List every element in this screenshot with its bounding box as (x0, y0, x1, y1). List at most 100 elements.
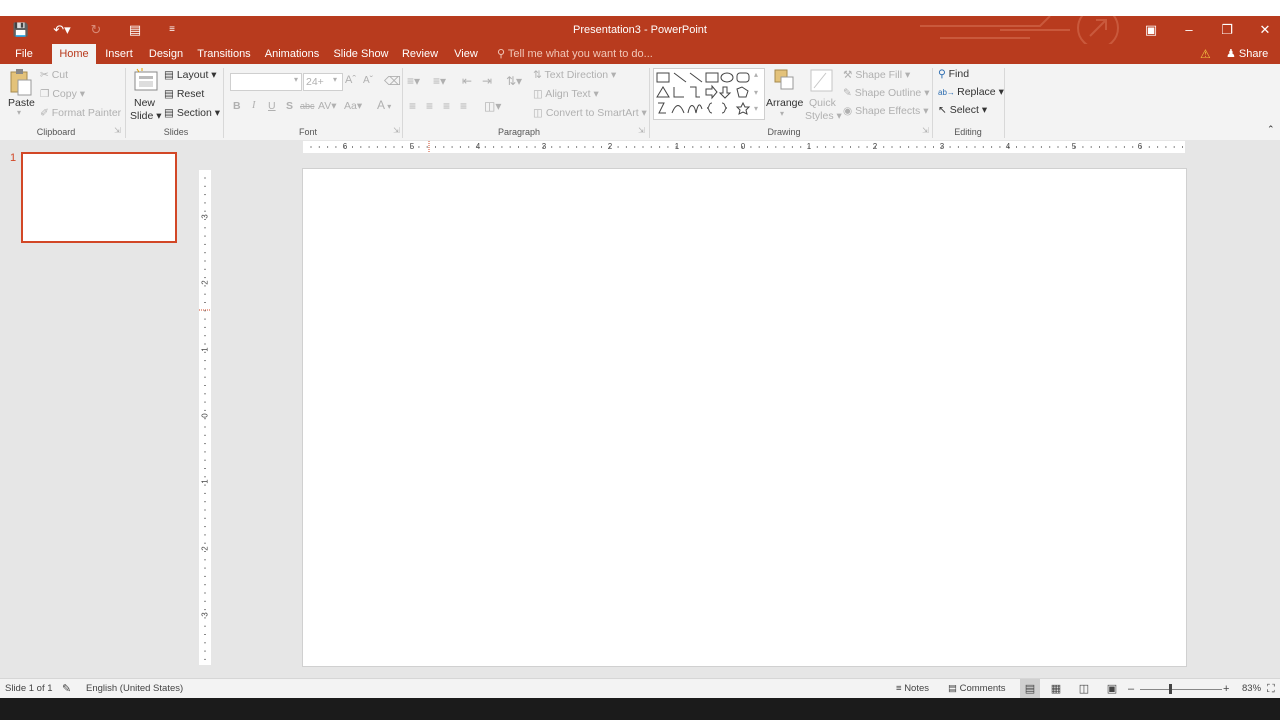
convert-smartart-button[interactable]: ◫ Convert to SmartArt ▾ (533, 107, 647, 119)
new-slide-icon[interactable] (133, 68, 159, 94)
spell-check-icon[interactable]: ✎ (62, 679, 71, 699)
bold-button[interactable]: B (233, 100, 241, 112)
text-direction-button[interactable]: ⇅ Text Direction ▾ (533, 69, 616, 81)
shape-outline-button[interactable]: ✎ Shape Outline ▾ (843, 87, 929, 99)
slide-thumbnail[interactable] (21, 152, 177, 243)
tab-insert[interactable]: Insert (100, 44, 138, 64)
close-icon[interactable]: ✕ (1246, 16, 1280, 44)
group-divider (649, 68, 650, 138)
quick-styles-label-line2[interactable]: Styles ▾ (805, 110, 842, 122)
language-status[interactable]: English (United States) (86, 679, 183, 699)
character-spacing-button[interactable]: AV▾ (318, 100, 337, 112)
align-center-icon[interactable]: ≡ (426, 99, 433, 113)
replace-button[interactable]: ab→ Replace ▾ (938, 86, 1004, 98)
align-left-icon[interactable]: ≡ (409, 99, 416, 113)
font-launcher-icon[interactable]: ⇲ (393, 126, 400, 135)
change-case-button[interactable]: Aa▾ (344, 100, 362, 112)
slide-count-status[interactable]: Slide 1 of 1 (5, 679, 53, 699)
reading-view-icon[interactable]: ◫ (1076, 679, 1092, 699)
clipboard-launcher-icon[interactable]: ⇲ (114, 126, 121, 135)
copy-button[interactable]: ❐ Copy ▾ (40, 88, 85, 100)
comments-label: Comments (959, 683, 1006, 694)
quick-styles-icon[interactable] (810, 68, 834, 94)
bullets-icon[interactable]: ≡▾ (407, 74, 420, 88)
align-right-icon[interactable]: ≡ (443, 99, 450, 113)
minimize-icon[interactable]: – (1170, 16, 1208, 44)
hruler-label-5-right: 5 (1071, 142, 1077, 151)
find-button[interactable]: ⚲ Find (938, 68, 969, 80)
arrange-label[interactable]: Arrange (766, 97, 803, 109)
tab-design[interactable]: Design (144, 44, 188, 64)
reset-button[interactable]: ▤ Reset (164, 88, 204, 100)
text-shadow-button[interactable]: S (286, 100, 293, 112)
zoom-slider-track[interactable] (1140, 689, 1222, 690)
cut-label: Cut (51, 69, 69, 81)
paragraph-launcher-icon[interactable]: ⇲ (638, 126, 645, 135)
increase-font-size-button[interactable]: Aˆ (345, 74, 356, 86)
shape-effects-button[interactable]: ◉ Shape Effects ▾ (843, 105, 928, 117)
tab-file[interactable]: File (6, 44, 42, 64)
increase-indent-icon[interactable]: ⇥ (482, 74, 492, 88)
drawing-launcher-icon[interactable]: ⇲ (922, 126, 929, 135)
clear-formatting-icon[interactable]: ⌫ (384, 74, 401, 88)
new-slide-label-line2[interactable]: Slide ▾ (130, 110, 162, 122)
format-painter-button[interactable]: ✐ Format Painter (40, 107, 121, 119)
paste-dropdown-icon[interactable]: ▾ (17, 108, 21, 117)
font-name-input[interactable] (230, 73, 302, 91)
strikethrough-button[interactable]: abc (300, 101, 315, 111)
font-color-button[interactable]: A ▾ (377, 98, 391, 112)
paste-icon[interactable] (8, 68, 32, 96)
tab-review[interactable]: Review (398, 44, 442, 64)
zoom-slider-thumb[interactable] (1169, 684, 1172, 694)
columns-icon[interactable]: ◫▾ (484, 99, 501, 113)
ribbon-display-options-icon[interactable]: ▣ (1132, 16, 1170, 44)
font-size-dropdown-icon[interactable]: ▾ (333, 75, 337, 84)
numbering-icon[interactable]: ≡▾ (433, 74, 446, 88)
restore-icon[interactable]: ❐ (1208, 16, 1246, 44)
shape-fill-button[interactable]: ⚒ Shape Fill ▾ (843, 69, 910, 81)
select-button[interactable]: ↖ Select ▾ (938, 104, 987, 116)
zoom-level[interactable]: 83% (1242, 679, 1261, 699)
slideshow-view-icon[interactable]: ▣ (1104, 679, 1120, 699)
align-text-button[interactable]: ◫ Align Text ▾ (533, 88, 599, 100)
fit-to-window-icon[interactable]: ⛶ (1267, 679, 1275, 699)
paste-label[interactable]: Paste (8, 97, 35, 109)
cut-button[interactable]: ✂ Cut (40, 69, 68, 81)
share-button[interactable]: ♟ Share (1226, 44, 1268, 64)
tab-slide-show[interactable]: Slide Show (330, 44, 392, 64)
chevron-down-icon: ▾ (208, 69, 217, 81)
notes-button[interactable]: ≡ Notes (896, 679, 929, 699)
decrease-font-size-button[interactable]: Aˇ (363, 75, 373, 86)
slide-sorter-icon[interactable]: ▦ (1048, 679, 1064, 699)
gallery-scroll-up-icon[interactable]: ▴ (754, 70, 758, 79)
arrange-icon[interactable] (773, 68, 795, 94)
warning-icon[interactable]: ⚠ (1200, 44, 1211, 64)
section-button[interactable]: ▤ Section ▾ (164, 107, 220, 119)
underline-button[interactable]: U (268, 100, 276, 112)
tab-home[interactable]: Home (52, 44, 96, 64)
shapes-gallery[interactable] (653, 68, 765, 120)
italic-button[interactable]: I (252, 100, 256, 111)
gallery-scroll-down-icon[interactable]: ▾ (754, 88, 758, 97)
tell-me-search[interactable]: ⚲ Tell me what you want to do... (497, 44, 653, 64)
collapse-ribbon-icon[interactable]: ⌃ (1267, 124, 1275, 135)
zoom-in-icon[interactable]: + (1223, 679, 1229, 699)
tab-animations[interactable]: Animations (260, 44, 324, 64)
tab-transitions[interactable]: Transitions (194, 44, 254, 64)
decrease-indent-icon[interactable]: ⇤ (462, 74, 472, 88)
editing-group-label: Editing (954, 127, 982, 137)
quick-styles-label-line1[interactable]: Quick (809, 97, 836, 109)
slide-canvas[interactable] (302, 168, 1187, 667)
justify-icon[interactable]: ≡ (460, 99, 467, 113)
normal-view-icon[interactable]: ▤ (1020, 679, 1040, 699)
new-slide-label-line1[interactable]: New (134, 97, 155, 109)
font-name-dropdown-icon[interactable]: ▾ (294, 75, 298, 84)
line-spacing-icon[interactable]: ⇅▾ (506, 74, 522, 88)
arrange-dropdown-icon[interactable]: ▾ (780, 109, 784, 118)
comments-button[interactable]: ▤ Comments (948, 679, 1006, 699)
gallery-more-icon[interactable]: ▾ (754, 104, 758, 113)
section-label: Section (176, 107, 212, 119)
tab-view[interactable]: View (448, 44, 484, 64)
zoom-out-icon[interactable]: – (1128, 679, 1134, 699)
layout-button[interactable]: ▤ Layout ▾ (164, 69, 217, 81)
